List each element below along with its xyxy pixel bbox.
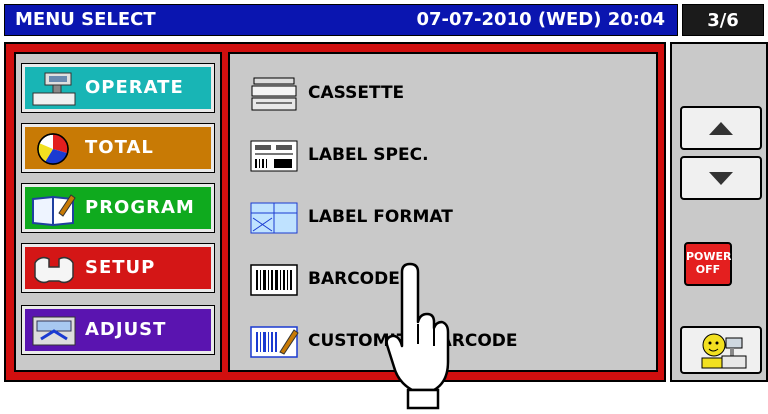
cassette-icon [251,77,297,111]
scroll-up-button[interactable] [680,106,762,150]
menu-button-total[interactable]: TOTAL [21,123,215,173]
date-time: 07-07-2010 (WED) 20:04 [416,9,665,30]
off-label: OFF [695,263,721,276]
menu-button-adjust[interactable]: ADJUST [21,305,215,355]
side-panel: POWER OFF [670,42,768,382]
menu-button-program[interactable]: PROGRAM [21,183,215,233]
pointer-hand-icon [385,262,450,410]
operator-button[interactable] [680,326,762,374]
item-label-format[interactable]: LABEL FORMAT [250,198,640,238]
scale-icon [32,72,76,106]
page-title: MENU SELECT [15,9,156,30]
menu-button-setup[interactable]: SETUP [21,243,215,293]
menu-panel: OPERATE TOTAL PROGRAM SETUP ADJUST [14,52,222,372]
book-icon [32,194,76,227]
operator-icon [701,333,747,369]
item-label-spec[interactable]: LABEL SPEC. [250,136,640,176]
page-indicator: 3/6 [682,4,764,36]
menu-label: TOTAL [85,137,154,158]
item-label: CASSETTE [308,83,405,103]
item-cassette[interactable]: CASSETTE [250,74,640,114]
pie-chart-icon [37,133,69,165]
up-arrow-icon [709,122,733,135]
scroll-down-button[interactable] [680,156,762,200]
menu-label: SETUP [85,257,156,278]
menu-button-operate[interactable]: OPERATE [21,63,215,113]
label-format-icon [250,202,298,234]
menu-label: OPERATE [85,77,184,98]
down-arrow-icon [709,172,733,185]
label-spec-icon [250,140,298,172]
title-bar: MENU SELECT 07-07-2010 (WED) 20:04 [4,4,678,36]
item-label: LABEL SPEC. [308,145,429,165]
menu-label: PROGRAM [85,197,195,218]
power-off-button[interactable]: POWER OFF [684,242,732,286]
power-label: POWER [686,250,732,263]
wrench-icon [34,256,74,284]
main-frame: OPERATE TOTAL PROGRAM SETUP ADJUST CASSE… [4,42,666,382]
item-label: LABEL FORMAT [308,207,453,227]
barcode-icon [250,264,298,296]
menu-label: ADJUST [85,319,167,340]
adjust-scale-icon [32,316,76,346]
customize-barcode-icon [250,326,299,358]
